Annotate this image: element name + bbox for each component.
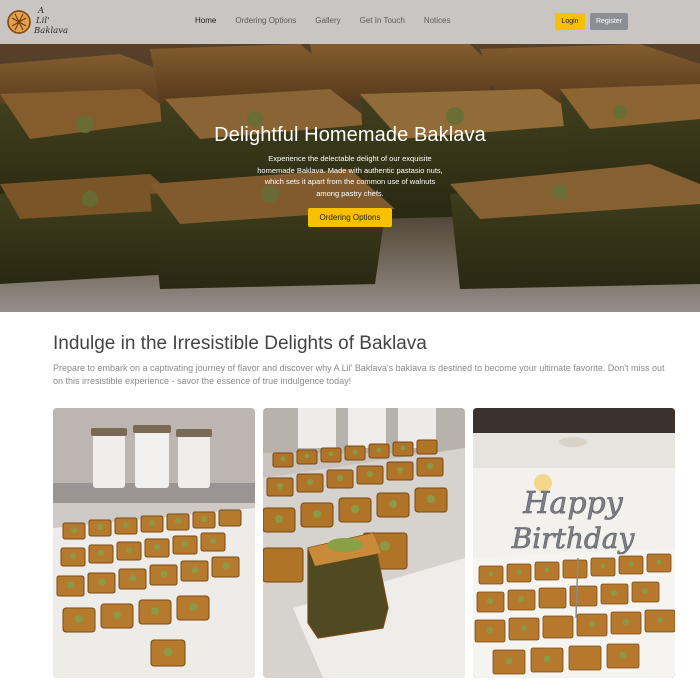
nav-ordering-options[interactable]: Ordering Options — [235, 14, 296, 28]
birthday-box-photo: Happy Birthday — [473, 408, 675, 678]
hero-subtitle: Experience the delectable delight of our… — [257, 154, 443, 198]
nav-gallery[interactable]: Gallery — [315, 14, 340, 28]
main-nav: Home Ordering Options Gallery Get In Tou… — [195, 14, 470, 28]
gallery-image-3[interactable]: Happy Birthday — [473, 408, 675, 678]
nav-home[interactable]: Home — [195, 14, 216, 28]
brand-line-2: Lil' — [36, 16, 50, 26]
hero-ordering-options-button[interactable]: Ordering Options — [308, 208, 392, 227]
baklava-tray-photo — [53, 408, 255, 678]
topper-text-happy: Happy — [522, 486, 623, 521]
brand-logo[interactable]: A Lil' Baklava — [6, 6, 86, 40]
gallery-image-1[interactable] — [53, 408, 255, 678]
section-description: Prepare to embark on a captivating journ… — [53, 363, 665, 386]
section-title: Indulge in the Irresistible Delights of … — [53, 333, 427, 354]
topper-text-birthday: Birthday — [511, 522, 636, 555]
nav-get-in-touch[interactable]: Get In Touch — [360, 14, 405, 28]
gallery-image-2[interactable] — [263, 408, 465, 678]
hero-banner: Delightful Homemade Baklava Experience t… — [0, 44, 700, 312]
register-button[interactable]: Register — [590, 13, 628, 30]
pie-logo-icon — [7, 10, 31, 34]
top-navbar: A Lil' Baklava Home Ordering Options Gal… — [0, 0, 700, 44]
login-button[interactable]: Login — [555, 13, 585, 30]
brand-name: A Lil' Baklava — [34, 6, 68, 36]
hero-title: Delightful Homemade Baklava — [214, 124, 486, 146]
brand-line-1: A — [38, 6, 45, 16]
brand-line-3: Baklava — [34, 26, 69, 36]
nav-notices[interactable]: Notices — [424, 14, 451, 28]
baklava-closeup-photo — [263, 408, 465, 678]
hero-content: Delightful Homemade Baklava Experience t… — [0, 124, 700, 227]
